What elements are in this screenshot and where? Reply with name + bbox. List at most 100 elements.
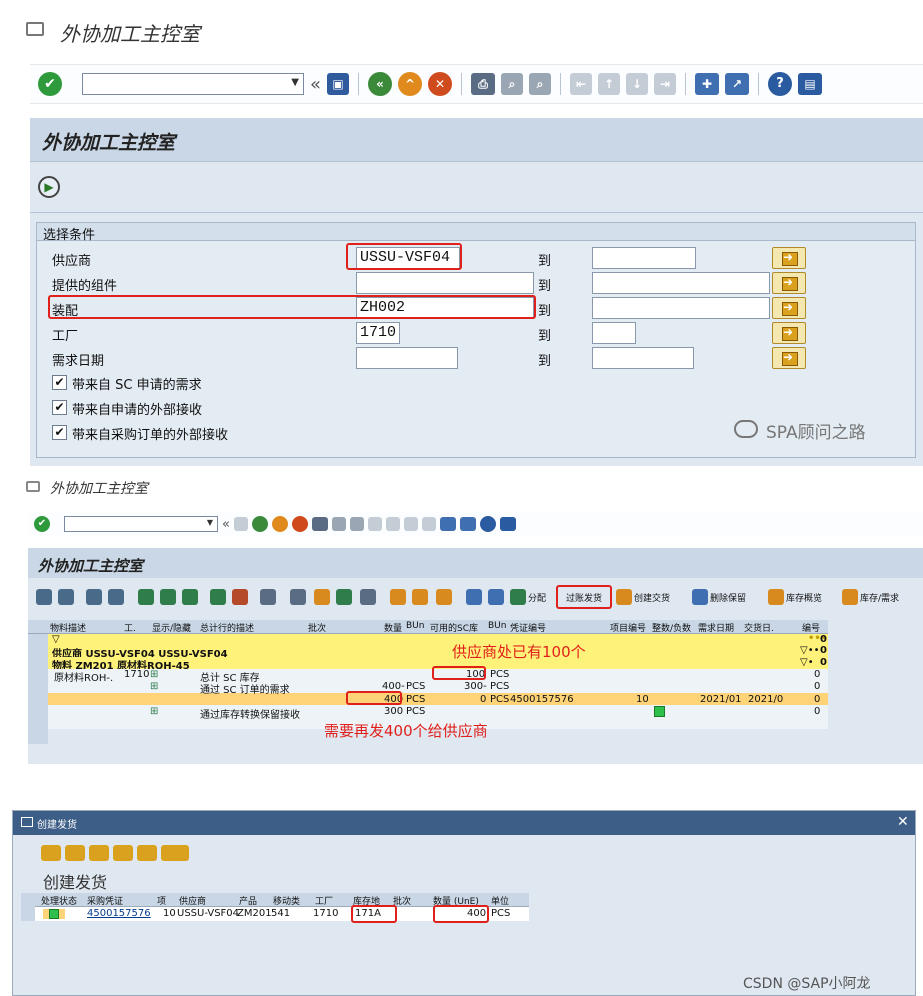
print-icon[interactable]: ⎙	[471, 73, 496, 95]
multiple-selection-button[interactable]	[772, 347, 806, 369]
col-status[interactable]: 处理状态	[41, 894, 77, 907]
execute-icon[interactable]: ▶	[38, 176, 60, 198]
layout-icon[interactable]	[161, 845, 189, 861]
stock-icon[interactable]	[768, 589, 784, 605]
delete-reservation-button[interactable]: 删除保留	[710, 591, 746, 604]
stock-req-icon[interactable]	[842, 589, 858, 605]
back-icon[interactable]: «	[368, 72, 393, 96]
check-icon[interactable]: ✔	[38, 72, 62, 96]
col-unit[interactable]: 单位	[491, 894, 509, 907]
assign-button[interactable]: 分配	[528, 591, 546, 604]
plant-to-field[interactable]	[592, 322, 636, 344]
find-icon[interactable]: ⌕	[501, 73, 524, 95]
next-page-icon[interactable]	[403, 517, 418, 531]
collapse-icon[interactable]: «	[222, 517, 230, 532]
spreadsheet-icon[interactable]	[336, 589, 352, 605]
req-date-field[interactable]	[356, 347, 458, 369]
find-next-icon[interactable]: ⌕	[529, 73, 552, 95]
tree-icon[interactable]: ⊞	[150, 669, 158, 680]
col-show-hide[interactable]: 显示/隐藏	[152, 621, 191, 634]
col-item[interactable]: 项目编号	[610, 621, 646, 634]
col-bun2[interactable]: BUn	[488, 621, 506, 631]
col-req-date[interactable]: 需求日期	[698, 621, 734, 634]
col-item[interactable]: 项	[157, 894, 166, 907]
filter-icon[interactable]	[160, 589, 176, 605]
col-mvt[interactable]: 移动类	[273, 894, 300, 907]
collapse-icon[interactable]: «	[310, 74, 321, 95]
col-product[interactable]: 产品	[239, 894, 257, 907]
filter-icon[interactable]: ▽•	[800, 657, 814, 668]
row-selector-column[interactable]	[21, 893, 35, 921]
filter-remove-icon[interactable]	[182, 589, 198, 605]
checkbox-req-receipt[interactable]: ✔	[52, 400, 67, 415]
filter-icon[interactable]: ▽	[52, 634, 60, 645]
cancel-icon[interactable]: ✕	[428, 72, 453, 96]
help-icon[interactable]: ?	[768, 72, 793, 96]
detail2-icon[interactable]	[108, 589, 124, 605]
word-icon[interactable]	[360, 589, 376, 605]
print-preview-icon[interactable]	[290, 589, 306, 605]
vendor-to-field[interactable]	[592, 247, 696, 269]
shortcut-icon[interactable]: ↗	[725, 73, 750, 95]
back-icon[interactable]	[251, 516, 268, 532]
save-icon[interactable]: ▣	[327, 73, 350, 95]
multiple-selection-button[interactable]	[772, 297, 806, 319]
trash-icon[interactable]	[692, 589, 708, 605]
command-field[interactable]: ▼	[82, 73, 304, 95]
req-date-to-field[interactable]	[592, 347, 694, 369]
filter-icon[interactable]	[89, 845, 109, 861]
find-next-icon[interactable]	[349, 517, 364, 531]
tree-icon[interactable]: ⊞	[150, 681, 158, 692]
chevron-down-icon[interactable]: ▼	[291, 77, 299, 88]
col-sign[interactable]: 整数/负数	[652, 621, 691, 634]
layout-icon[interactable]: ▤	[798, 73, 823, 95]
col-po[interactable]: 采购凭证	[87, 894, 123, 907]
multiple-selection-button[interactable]	[772, 272, 806, 294]
col-qty[interactable]: 数量	[384, 621, 402, 634]
assign-icon[interactable]	[510, 589, 526, 605]
layout-icon[interactable]	[499, 517, 516, 531]
sort-icon[interactable]	[65, 845, 85, 861]
menu-icon[interactable]	[21, 817, 33, 827]
menu-icon[interactable]	[26, 481, 40, 492]
collapse-all-icon[interactable]	[36, 589, 52, 605]
col-total-desc[interactable]: 总计行的描述	[200, 621, 254, 634]
col-plant[interactable]: 工厂	[315, 894, 333, 907]
col-avail-sc[interactable]: 可用的SC库	[430, 621, 478, 634]
sort-asc-icon[interactable]	[138, 589, 154, 605]
checkbox-po-receipt[interactable]: ✔	[52, 425, 67, 440]
display-icon[interactable]	[260, 589, 276, 605]
save-icon[interactable]	[233, 517, 248, 531]
close-icon[interactable]: ✕	[897, 814, 909, 830]
exit-icon[interactable]	[271, 516, 288, 532]
checkbox-sc-req[interactable]: ✔	[52, 375, 67, 390]
collapse-icon[interactable]	[488, 589, 504, 605]
expand-icon[interactable]	[466, 589, 482, 605]
col-doc-no[interactable]: 凭证编号	[510, 621, 546, 634]
row-doc[interactable]: 4500157576	[510, 694, 574, 705]
first-page-icon[interactable]	[367, 517, 382, 531]
next-page-icon[interactable]: ↓	[626, 73, 649, 95]
find-icon[interactable]	[331, 517, 346, 531]
multiple-selection-button[interactable]	[772, 247, 806, 269]
export-icon[interactable]	[314, 589, 330, 605]
layout-change-icon[interactable]	[390, 589, 406, 605]
create-delivery-button[interactable]: 创建交货	[634, 591, 670, 604]
sum-icon[interactable]	[113, 845, 133, 861]
col-deliv-date[interactable]: 交货日.	[744, 621, 774, 634]
refresh-icon[interactable]	[58, 589, 74, 605]
prev-page-icon[interactable]	[385, 517, 400, 531]
last-page-icon[interactable]: ⇥	[654, 73, 677, 95]
subtotal-icon[interactable]	[232, 589, 248, 605]
filter-icon[interactable]: ▽••	[800, 645, 820, 656]
row-selector-column[interactable]	[28, 634, 48, 744]
plant-field[interactable]: 1710	[356, 322, 400, 344]
menu-icon[interactable]	[26, 22, 44, 36]
help-icon[interactable]	[479, 516, 496, 532]
multiple-selection-button[interactable]	[772, 322, 806, 344]
sum-icon[interactable]	[210, 589, 226, 605]
tree-icon[interactable]: ⊞	[150, 706, 158, 717]
component-to-field[interactable]	[592, 272, 770, 294]
col-bun[interactable]: BUn	[406, 621, 424, 631]
chevron-down-icon[interactable]: ▼	[207, 518, 213, 527]
